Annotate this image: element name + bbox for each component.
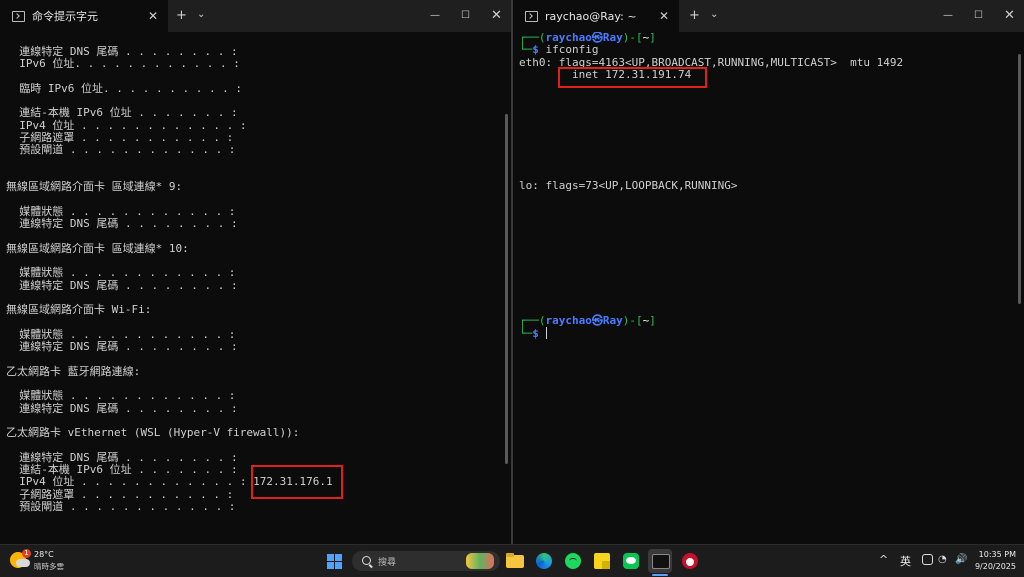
weather-condition: 晴時多雲: [34, 562, 64, 571]
search-placeholder: 搜尋: [378, 558, 397, 568]
output-line: 無線區域網路介面卡 區域連線* 10:: [6, 241, 189, 255]
prompt-dollar: $: [532, 43, 546, 57]
wsl-window: raychao@Ray: ~ ✕ + ⌄ — ☐ ✕ ┌──(raychao㉿R…: [513, 0, 1024, 544]
search-box[interactable]: 搜尋: [352, 551, 500, 571]
lo-line: lo: flags=73<UP,LOOPBACK,RUNNING>: [519, 178, 738, 192]
wsl-tab-title: raychao@Ray: ~: [545, 9, 637, 23]
volume-icon[interactable]: 🔊: [955, 554, 967, 566]
tab-dropdown-button[interactable]: ⌄: [197, 7, 205, 23]
prompt-frame: ┌──(: [519, 313, 546, 327]
output-line: 媒體狀態 . . . . . . . . . . . . :: [6, 389, 236, 403]
search-icon: [362, 556, 371, 565]
output-line: 乙太網路卡 藍牙網路連線:: [6, 364, 141, 378]
linux-terminal-icon: [525, 10, 538, 22]
wsl-scrollbar-thumb[interactable]: [1018, 54, 1021, 304]
cmd-tab-title: 命令提示字元: [32, 10, 98, 23]
ime-indicator[interactable]: 英: [900, 553, 911, 569]
chat-icon[interactable]: [922, 554, 933, 565]
output-line: 乙太網路卡 vEthernet (WSL (Hyper-V firewall))…: [6, 426, 300, 440]
cloud-icon: [16, 559, 30, 567]
weather-widget[interactable]: 1 28°C 晴時多雲: [10, 549, 70, 573]
new-tab-button[interactable]: +: [176, 8, 187, 24]
maximize-button[interactable]: ☐: [974, 8, 983, 24]
app-avatar-icon[interactable]: [680, 551, 700, 571]
close-tab-icon[interactable]: ✕: [148, 9, 158, 23]
output-line: IPv6 位址. . . . . . . . . . . . :: [6, 57, 240, 71]
output-line: 連線特定 DNS 尾碼 . . . . . . . . :: [6, 217, 238, 231]
close-window-button[interactable]: ✕: [491, 8, 502, 24]
minimize-button[interactable]: —: [943, 8, 953, 24]
spotify-icon[interactable]: [563, 551, 583, 571]
taskbar: 1 28°C 晴時多雲 搜尋 ^ 英 ◔ 🔊 10:35 PM 9/20/202…: [0, 544, 1024, 577]
cmd-tab[interactable]: 命令提示字元 ✕: [0, 0, 168, 32]
prompt-dollar: $: [532, 327, 546, 341]
output-line: 臨時 IPv6 位址. . . . . . . . . . :: [6, 81, 243, 95]
output-line: 連線特定 DNS 尾碼 . . . . . . . . :: [6, 278, 238, 292]
wsl-tab[interactable]: raychao@Ray: ~ ✕: [513, 0, 679, 32]
output-line: 連結-本機 IPv6 位址 . . . . . . . :: [6, 106, 238, 120]
prompt-symbol: ㉿: [591, 313, 603, 327]
output-line: 媒體狀態 . . . . . . . . . . . . :: [6, 266, 236, 280]
close-window-button[interactable]: ✕: [1004, 8, 1015, 24]
clock[interactable]: 10:35 PM 9/20/2025: [968, 549, 1016, 573]
wsl-output[interactable]: ┌──(raychao㉿Ray)-[~] └─$ ifconfig eth0: …: [513, 32, 1012, 544]
output-line: 無線區域網路介面卡 區域連線* 9:: [6, 180, 183, 194]
output-line: 預設閘道 . . . . . . . . . . . . :: [6, 143, 236, 157]
new-tab-button[interactable]: +: [689, 8, 700, 24]
notification-badge: 1: [22, 549, 31, 558]
cmd-window: 命令提示字元 ✕ + ⌄ — ☐ ✕ 連線特定 DNS 尾碼 . . . . .…: [0, 0, 511, 544]
cmd-icon: [12, 10, 25, 22]
cmd-output[interactable]: 連線特定 DNS 尾碼 . . . . . . . . : IPv6 位址. .…: [0, 32, 499, 544]
minimize-button[interactable]: —: [430, 8, 440, 24]
text-cursor: [545, 327, 547, 340]
close-tab-icon[interactable]: ✕: [659, 9, 669, 23]
output-line: 預設閘道 . . . . . . . . . . . . :: [6, 499, 236, 513]
wsl-titlebar: raychao@Ray: ~ ✕ + ⌄ — ☐ ✕: [513, 0, 1024, 32]
prompt-frame: └─: [519, 43, 533, 57]
output-line: 無線區域網路介面卡 Wi-Fi:: [6, 303, 152, 317]
sticky-notes-icon[interactable]: [592, 551, 612, 571]
search-highlight-image: [466, 553, 494, 569]
highlight-box-ipv4: [251, 465, 343, 499]
weather-temp: 28°C: [34, 550, 54, 559]
start-button[interactable]: [327, 554, 342, 569]
maximize-button[interactable]: ☐: [461, 8, 470, 24]
prompt-frame: )-[: [622, 313, 643, 327]
clock-time: 10:35 PM: [978, 550, 1016, 559]
prompt-host: Ray: [602, 32, 623, 44]
prompt-frame: └─: [519, 327, 533, 341]
terminal-icon[interactable]: [648, 549, 672, 573]
tab-dropdown-button[interactable]: ⌄: [710, 7, 718, 23]
cmd-scrollbar-thumb[interactable]: [505, 114, 508, 464]
cmd-titlebar: 命令提示字元 ✕ + ⌄ — ☐ ✕: [0, 0, 511, 32]
clock-date: 9/20/2025: [974, 562, 1016, 571]
prompt-host: Ray: [602, 313, 623, 327]
output-line: 連線特定 DNS 尾碼 . . . . . . . . :: [6, 340, 238, 354]
prompt-frame: )-[: [622, 32, 643, 44]
output-line: 連線特定 DNS 尾碼 . . . . . . . . :: [6, 401, 238, 415]
file-explorer-icon[interactable]: [505, 551, 525, 571]
edge-icon[interactable]: [534, 551, 554, 571]
wifi-icon[interactable]: ◔: [938, 554, 950, 566]
prompt-frame: ]: [649, 32, 656, 44]
prompt-frame: ]: [649, 313, 656, 327]
tray-overflow-chevron-icon[interactable]: ^: [879, 553, 888, 566]
line-icon[interactable]: [621, 551, 641, 571]
wsl-scrollbar[interactable]: [1018, 34, 1021, 540]
cmd-scrollbar[interactable]: [505, 34, 508, 540]
command-text: ifconfig: [545, 43, 599, 57]
highlight-box-inet: [558, 67, 707, 88]
prompt-user: raychao: [545, 313, 592, 327]
